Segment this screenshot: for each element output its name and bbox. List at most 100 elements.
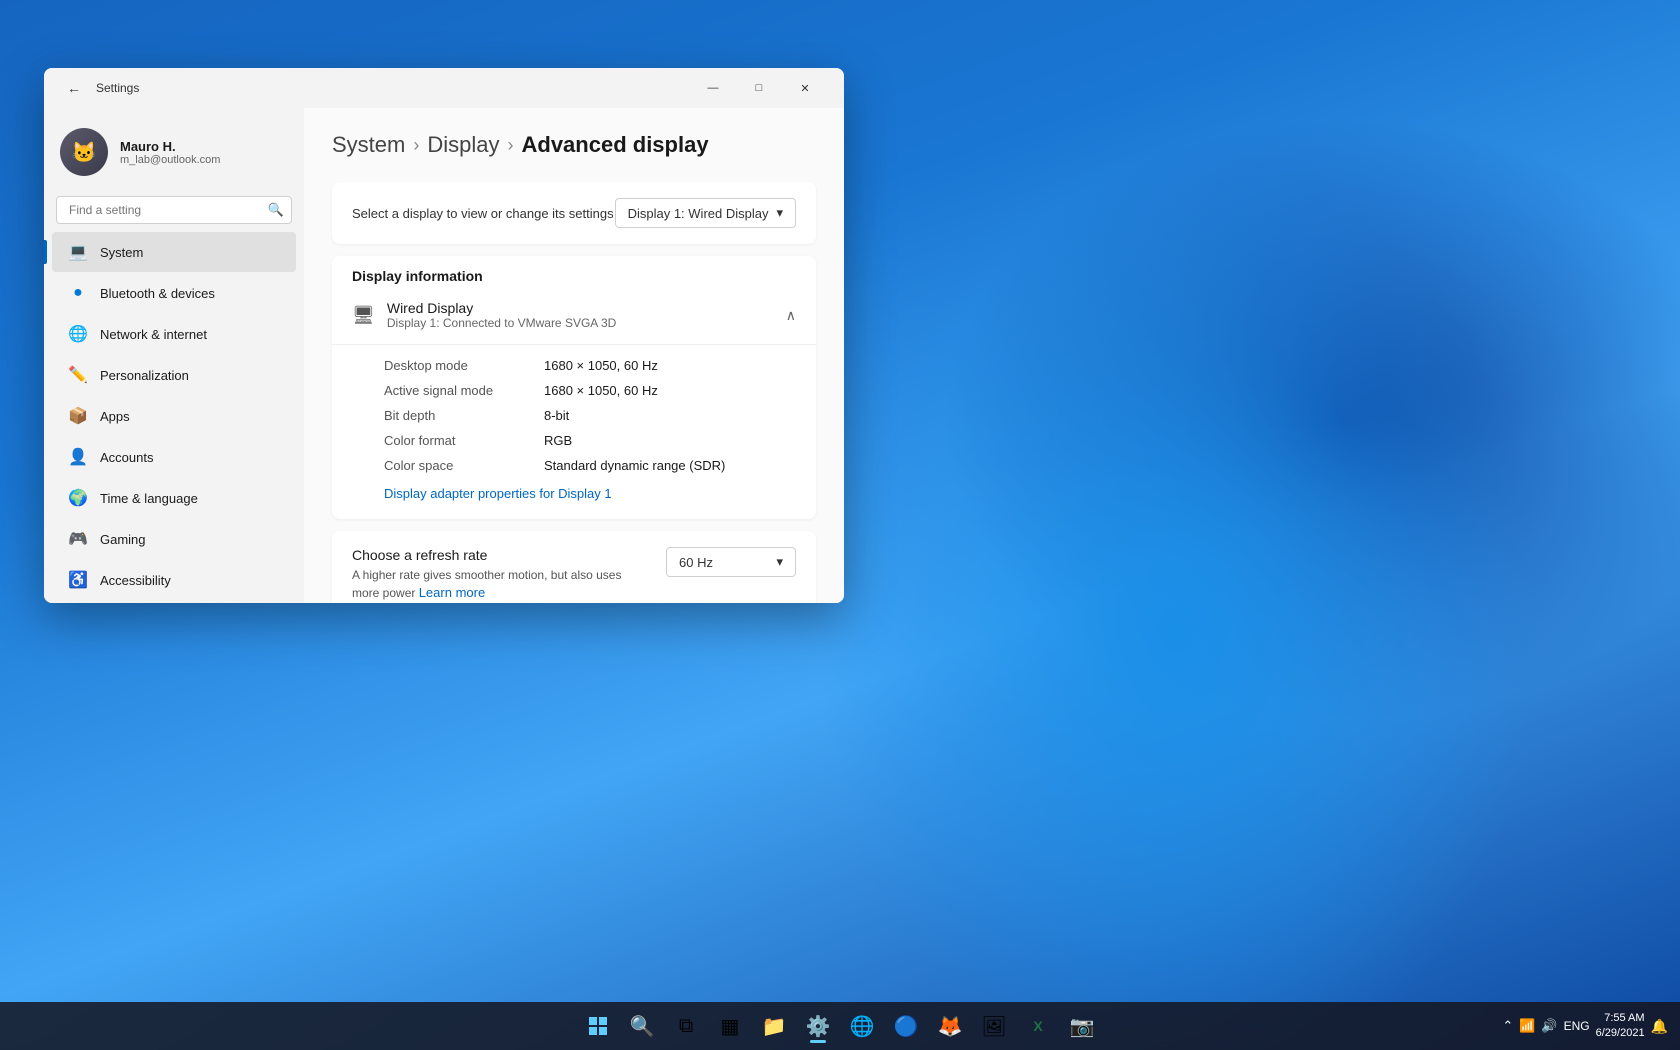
- maximize-button[interactable]: □: [736, 72, 782, 104]
- notification-icon[interactable]: 🔔: [1651, 1018, 1668, 1035]
- taskbar-taskview-button[interactable]: ⧉: [666, 1006, 706, 1046]
- taskbar-photos-button[interactable]: 🖼: [974, 1006, 1014, 1046]
- sidebar-item-apps[interactable]: 📦 Apps: [52, 396, 296, 436]
- sidebar-item-time-label: Time & language: [100, 491, 198, 506]
- sidebar-item-privacy[interactable]: 🔒 Privacy & security: [52, 601, 296, 603]
- gaming-icon: 🎮: [68, 529, 88, 549]
- taskbar-firefox-button[interactable]: 🦊: [930, 1006, 970, 1046]
- sidebar-item-accounts-label: Accounts: [100, 450, 153, 465]
- search-input[interactable]: [56, 196, 292, 224]
- volume-tray-icon: 🔊: [1541, 1018, 1557, 1034]
- breadcrumb-display[interactable]: Display: [427, 132, 499, 158]
- detail-value-color-format: RGB: [544, 433, 572, 448]
- sidebar-item-network-label: Network & internet: [100, 327, 207, 342]
- user-name: Mauro H.: [120, 139, 220, 154]
- detail-row-color-space: Color space Standard dynamic range (SDR): [384, 453, 796, 478]
- display-details: Desktop mode 1680 × 1050, 60 Hz Active s…: [332, 345, 816, 519]
- display-select-value: Display 1: Wired Display: [628, 206, 769, 221]
- taskbar-clock[interactable]: 7:55 AM 6/29/2021: [1596, 1011, 1645, 1042]
- avatar: 🐱: [60, 128, 108, 176]
- detail-row-color-format: Color format RGB: [384, 428, 796, 453]
- detail-value-signal-mode: 1680 × 1050, 60 Hz: [544, 383, 658, 398]
- display-selector-card: Select a display to view or change its s…: [332, 182, 816, 244]
- main-panel: System › Display › Advanced display Sele…: [304, 108, 844, 603]
- refresh-rate-chevron-icon: ▾: [776, 554, 783, 570]
- minimize-button[interactable]: —: [690, 72, 736, 104]
- window-title: Settings: [96, 81, 139, 95]
- refresh-rate-title: Choose a refresh rate: [352, 547, 650, 563]
- time-icon: 🌍: [68, 488, 88, 508]
- display-select-label: Select a display to view or change its s…: [352, 206, 614, 221]
- taskbar-settings-button[interactable]: ⚙️: [798, 1006, 838, 1046]
- expand-chevron-icon: ∧: [786, 307, 796, 324]
- sidebar-nav: 💻 System ● Bluetooth & devices 🌐 Network…: [44, 232, 304, 603]
- apps-icon: 📦: [68, 406, 88, 426]
- display-header[interactable]: 🖥 Wired Display Display 1: Connected to …: [332, 286, 816, 345]
- start-button[interactable]: [578, 1006, 618, 1046]
- taskbar-explorer-button[interactable]: 📁: [754, 1006, 794, 1046]
- display-info-title: Display information: [352, 268, 483, 284]
- refresh-rate-card: Choose a refresh rate A higher rate give…: [332, 531, 816, 603]
- sidebar-item-bluetooth-label: Bluetooth & devices: [100, 286, 215, 301]
- monitor-icon: 🖥: [352, 305, 375, 326]
- tray-icons: ⌃: [1502, 1018, 1513, 1034]
- network-tray-icon: 📶: [1519, 1018, 1535, 1034]
- taskbar-search-button[interactable]: 🔍: [622, 1006, 662, 1046]
- sidebar-item-network[interactable]: 🌐 Network & internet: [52, 314, 296, 354]
- taskbar-date-display: 6/29/2021: [1596, 1026, 1645, 1041]
- breadcrumb-sep-2: ›: [508, 135, 514, 156]
- detail-label-bit-depth: Bit depth: [384, 408, 544, 423]
- detail-label-signal-mode: Active signal mode: [384, 383, 544, 398]
- sidebar-item-system[interactable]: 💻 System: [52, 232, 296, 272]
- taskbar-center: 🔍 ⧉ ▦ 📁 ⚙️ 🌐 🔵 🦊 🖼 X 📷: [578, 1006, 1102, 1046]
- taskbar-widgets-button[interactable]: ▦: [710, 1006, 750, 1046]
- sidebar-item-accessibility[interactable]: ♿ Accessibility: [52, 560, 296, 600]
- search-icon: 🔍: [268, 202, 284, 218]
- sidebar-item-bluetooth[interactable]: ● Bluetooth & devices: [52, 273, 296, 313]
- sidebar-item-personalization[interactable]: ✏️ Personalization: [52, 355, 296, 395]
- detail-row-signal-mode: Active signal mode 1680 × 1050, 60 Hz: [384, 378, 796, 403]
- detail-row-desktop-mode: Desktop mode 1680 × 1050, 60 Hz: [384, 353, 796, 378]
- display-subtitle: Display 1: Connected to VMware SVGA 3D: [387, 316, 616, 330]
- adapter-properties-link[interactable]: Display adapter properties for Display 1: [384, 478, 796, 503]
- detail-value-color-space: Standard dynamic range (SDR): [544, 458, 725, 473]
- search-box: 🔍: [56, 196, 292, 224]
- breadcrumb-advanced: Advanced display: [522, 132, 709, 158]
- taskbar-excel-button[interactable]: X: [1018, 1006, 1058, 1046]
- detail-value-bit-depth: 8-bit: [544, 408, 569, 423]
- sidebar-item-gaming-label: Gaming: [100, 532, 146, 547]
- settings-window: ← Settings — □ ✕ 🐱 Mauro H. m_lab@outloo…: [44, 68, 844, 603]
- sidebar-item-apps-label: Apps: [100, 409, 130, 424]
- display-name: Wired Display: [387, 300, 616, 316]
- detail-label-color-space: Color space: [384, 458, 544, 473]
- taskbar-edge-button[interactable]: 🌐: [842, 1006, 882, 1046]
- language-label[interactable]: ENG: [1564, 1019, 1590, 1033]
- dropdown-chevron-icon: ▾: [776, 205, 783, 221]
- sidebar-item-gaming[interactable]: 🎮 Gaming: [52, 519, 296, 559]
- back-button[interactable]: ←: [60, 74, 88, 102]
- system-tray: ⌃ 📶 🔊 ENG 7:55 AM 6/29/2021 🔔: [1502, 1011, 1668, 1042]
- user-email: m_lab@outlook.com: [120, 154, 220, 166]
- display-select-dropdown[interactable]: Display 1: Wired Display ▾: [615, 198, 796, 228]
- breadcrumb-system[interactable]: System: [332, 132, 405, 158]
- learn-more-link[interactable]: Learn more: [419, 585, 485, 600]
- sidebar-item-accounts[interactable]: 👤 Accounts: [52, 437, 296, 477]
- close-button[interactable]: ✕: [782, 72, 828, 104]
- taskbar-chrome-button[interactable]: 🔵: [886, 1006, 926, 1046]
- taskbar: 🔍 ⧉ ▦ 📁 ⚙️ 🌐 🔵 🦊 🖼 X 📷 ⌃ 📶 🔊 ENG 7:55 AM…: [0, 1002, 1680, 1050]
- detail-label-color-format: Color format: [384, 433, 544, 448]
- sidebar-item-accessibility-label: Accessibility: [100, 573, 171, 588]
- user-profile: 🐱 Mauro H. m_lab@outlook.com: [44, 116, 304, 192]
- title-bar: ← Settings — □ ✕: [44, 68, 844, 108]
- refresh-rate-description: A higher rate gives smoother motion, but…: [352, 567, 650, 602]
- bluetooth-icon: ●: [68, 283, 88, 303]
- detail-value-desktop-mode: 1680 × 1050, 60 Hz: [544, 358, 658, 373]
- taskbar-camera-button[interactable]: 📷: [1062, 1006, 1102, 1046]
- network-icon: 🌐: [68, 324, 88, 344]
- personalization-icon: ✏️: [68, 365, 88, 385]
- refresh-rate-dropdown[interactable]: 60 Hz ▾: [666, 547, 796, 577]
- breadcrumb: System › Display › Advanced display: [332, 132, 816, 158]
- sidebar-item-time[interactable]: 🌍 Time & language: [52, 478, 296, 518]
- refresh-rate-value: 60 Hz: [679, 555, 713, 570]
- display-info-card: Display information 🖥 Wired Display Disp…: [332, 256, 816, 519]
